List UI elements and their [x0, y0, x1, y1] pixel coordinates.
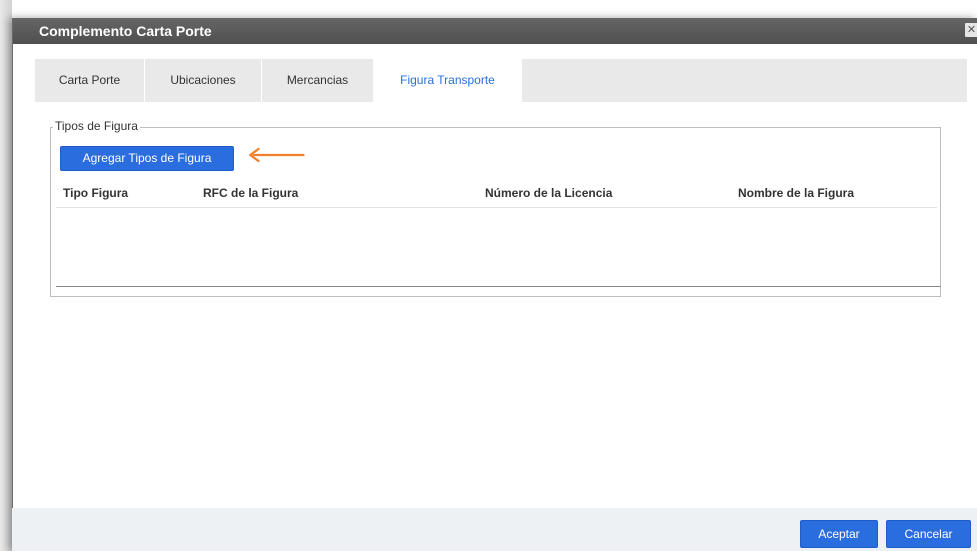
- background-window: [0, 0, 12, 551]
- close-icon[interactable]: ✕: [965, 23, 977, 37]
- tab-carta-porte[interactable]: Carta Porte: [35, 59, 145, 102]
- column-header-nombre: Nombre de la Figura: [738, 186, 855, 200]
- fieldset-legend: Tipos de Figura: [53, 119, 140, 133]
- tab-label: Figura Transporte: [400, 73, 495, 87]
- accept-button[interactable]: Aceptar: [800, 520, 878, 548]
- cancel-button[interactable]: Cancelar: [886, 520, 971, 548]
- tab-figura-transporte[interactable]: Figura Transporte: [374, 59, 522, 102]
- tab-ubicaciones[interactable]: Ubicaciones: [145, 59, 262, 102]
- table-body: [56, 208, 937, 286]
- arrow-pointer-icon: [249, 147, 305, 163]
- tab-label: Mercancias: [286, 73, 349, 87]
- tab-mercancias[interactable]: Mercancias: [262, 59, 374, 102]
- column-header-rfc: RFC de la Figura: [203, 186, 299, 200]
- add-tipos-figura-button[interactable]: Agregar Tipos de Figura: [60, 146, 234, 171]
- column-header-tipo-figura: Tipo Figura: [63, 186, 129, 200]
- table-bottom-border: [56, 286, 941, 287]
- dialog-title: Complemento Carta Porte: [39, 23, 212, 39]
- tab-bar: Carta Porte Ubicaciones Mercancias Figur…: [35, 59, 967, 102]
- tab-label: Ubicaciones: [170, 73, 236, 87]
- column-header-licencia: Número de la Licencia: [485, 186, 613, 200]
- dialog-titlebar: Complemento Carta Porte ✕: [13, 18, 977, 44]
- tab-label: Carta Porte: [58, 73, 121, 87]
